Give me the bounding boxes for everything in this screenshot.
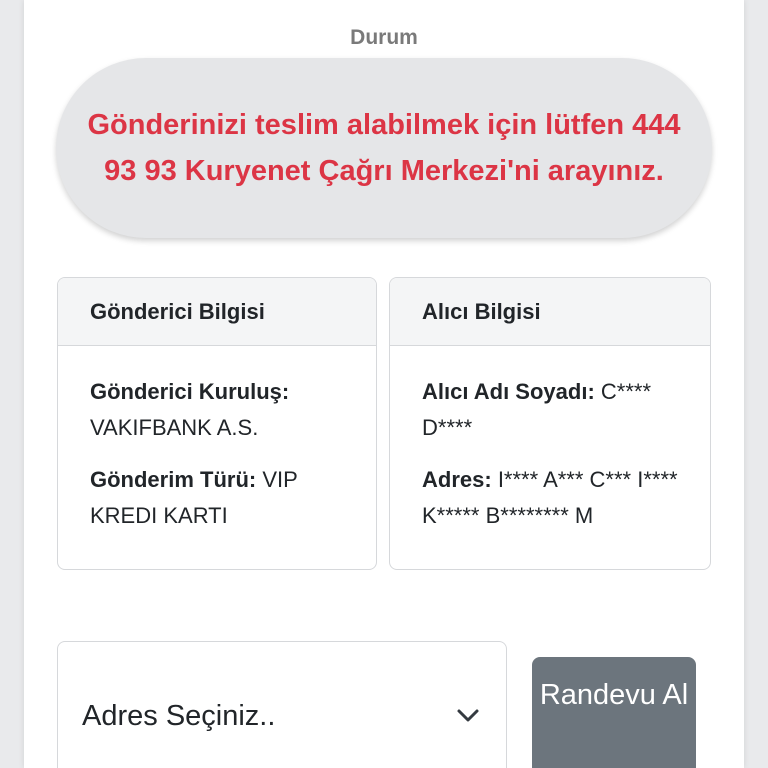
shipment-type-label: Gönderim Türü: (90, 467, 257, 492)
sender-org-field: Gönderici Kuruluş: VAKIFBANK A.S. (90, 374, 352, 446)
receiver-name-field: Alıcı Adı Soyadı: C**** D**** (422, 374, 686, 446)
page: Durum Gönderinizi teslim alabilmek için … (24, 0, 744, 768)
chevron-down-icon (457, 709, 479, 722)
receiver-card-body: Alıcı Adı Soyadı: C**** D**** Adres: I**… (390, 346, 710, 534)
sender-org-value: VAKIFBANK A.S. (90, 415, 259, 440)
shipment-type-field: Gönderim Türü: VIP KREDI KARTI (90, 462, 352, 534)
status-message: Gönderinizi teslim alabilmek için lütfen… (87, 109, 681, 187)
receiver-card-title: Alıcı Bilgisi (390, 278, 710, 346)
sender-card-body: Gönderici Kuruluş: VAKIFBANK A.S. Gönder… (58, 346, 376, 534)
appointment-button[interactable]: Randevu Al (532, 657, 696, 768)
sender-org-label: Gönderici Kuruluş: (90, 379, 290, 404)
receiver-name-label: Alıcı Adı Soyadı: (422, 379, 595, 404)
receiver-address-label: Adres: (422, 467, 492, 492)
sender-info-card: Gönderici Bilgisi Gönderici Kuruluş: VAK… (57, 277, 377, 570)
receiver-address-field: Adres: I**** A*** C*** I**** K***** B***… (422, 462, 686, 534)
address-select-value: Adres Seçiniz.. (82, 700, 276, 732)
status-label: Durum (350, 26, 418, 49)
address-select[interactable]: Adres Seçiniz.. (57, 641, 507, 768)
sender-card-title: Gönderici Bilgisi (58, 278, 376, 346)
receiver-info-card: Alıcı Bilgisi Alıcı Adı Soyadı: C**** D*… (389, 277, 711, 570)
status-banner: Gönderinizi teslim alabilmek için lütfen… (56, 58, 712, 238)
